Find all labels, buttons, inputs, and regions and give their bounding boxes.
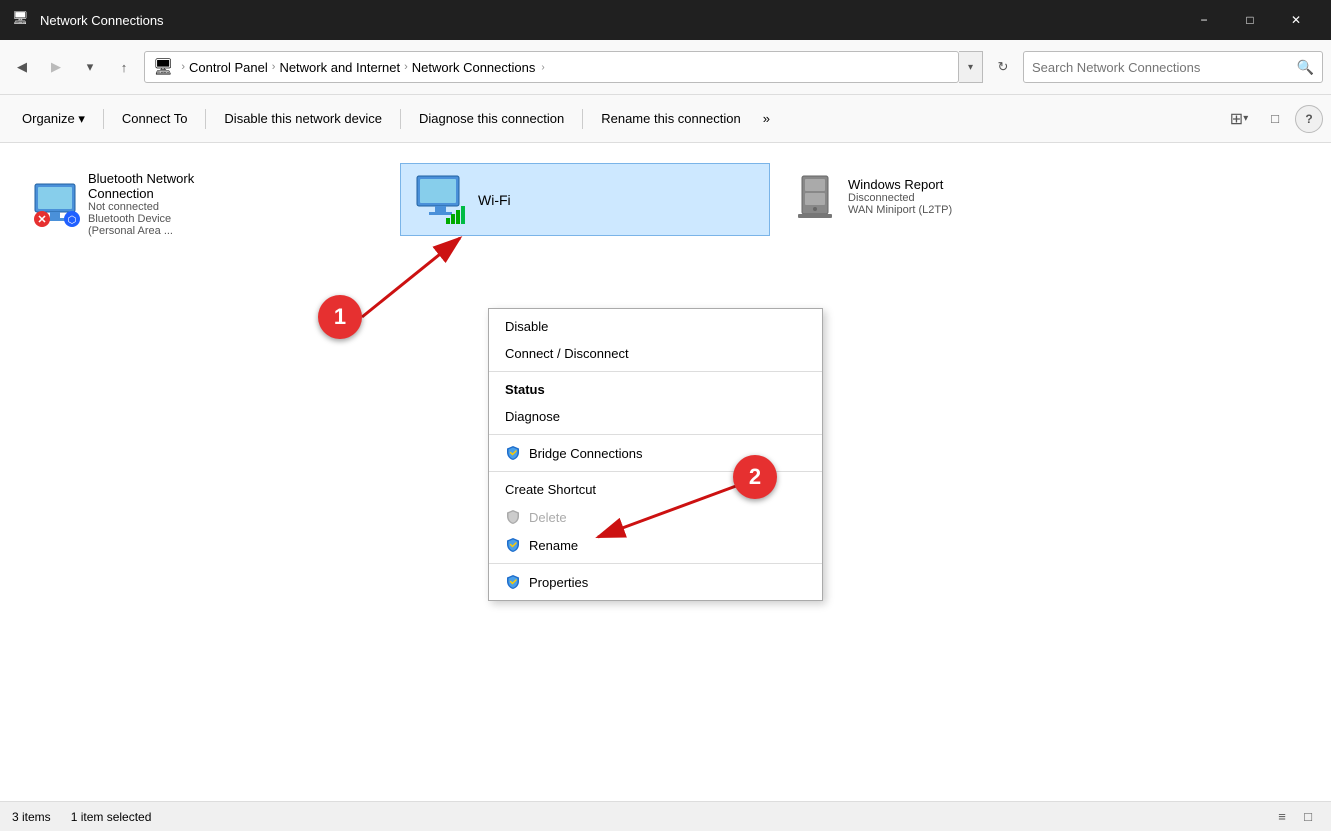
windows-report-name: Windows Report (848, 177, 952, 192)
up-button[interactable]: ↑ (110, 53, 138, 81)
bluetooth-name: Bluetooth Network Connection (88, 171, 250, 201)
bluetooth-status: Not connected (88, 201, 250, 213)
windows-report-desc: WAN Miniport (L2TP) (848, 204, 952, 216)
annotation-1: 1 (318, 295, 362, 339)
list-view-button[interactable]: ≡ (1271, 806, 1293, 828)
toolbar-right: ⊞▾ □ ? (1223, 105, 1323, 133)
bluetooth-icon: ✕ ⬡ (30, 179, 80, 229)
toolbar-separator-4 (582, 109, 583, 129)
connect-to-button[interactable]: Connect To (108, 99, 202, 139)
address-dropdown-button[interactable]: ▾ (959, 51, 983, 83)
shield-icon-bridge (505, 445, 521, 461)
titlebar: 🖥 Network Connections − □ ✕ (0, 0, 1331, 40)
organize-button[interactable]: Organize ▾ (8, 99, 99, 139)
toolbar-separator-3 (400, 109, 401, 129)
svg-text:⬡: ⬡ (68, 215, 77, 226)
windows-report-status: Disconnected (848, 192, 952, 204)
breadcrumb-network-internet[interactable]: Network and Internet (279, 60, 400, 75)
ctx-disable[interactable]: Disable (489, 313, 822, 340)
windows-report-icon-wrap (790, 171, 840, 221)
layout-button[interactable]: □ (1259, 105, 1291, 133)
main-content: ✕ ⬡ Bluetooth Network Connection Not con… (0, 143, 1331, 801)
svg-text:✕: ✕ (37, 214, 46, 226)
wifi-icon-wrap (413, 172, 468, 227)
selected-count: 1 item selected (71, 810, 152, 824)
ctx-sep-2 (489, 434, 822, 435)
ctx-properties[interactable]: Properties (489, 568, 822, 596)
minimize-button[interactable]: − (1181, 0, 1227, 40)
ctx-diagnose[interactable]: Diagnose (489, 403, 822, 430)
diagnose-button[interactable]: Diagnose this connection (405, 99, 578, 139)
refresh-button[interactable]: ↻ (989, 53, 1017, 81)
large-view-button[interactable]: □ (1297, 806, 1319, 828)
windows-report-item[interactable]: Windows Report Disconnected WAN Miniport… (780, 163, 1020, 229)
close-button[interactable]: ✕ (1273, 0, 1319, 40)
status-bar: 3 items 1 item selected ≡ □ (0, 801, 1331, 831)
recent-locations-button[interactable]: ▾ (76, 53, 104, 81)
search-input[interactable] (1032, 60, 1297, 75)
bluetooth-icon-wrap: ✕ ⬡ (30, 179, 80, 229)
maximize-button[interactable]: □ (1227, 0, 1273, 40)
breadcrumb-control-panel[interactable]: Control Panel (189, 60, 268, 75)
search-icon: 🔍 (1297, 59, 1314, 76)
ctx-status[interactable]: Status (489, 376, 822, 403)
address-bar: ◀ ▶ ▾ ↑ 🖥 › Control Panel › Network and … (0, 40, 1331, 95)
ctx-sep-4 (489, 563, 822, 564)
windows-report-icon (790, 171, 840, 221)
more-options-button[interactable]: » (755, 99, 778, 139)
wifi-connection-item[interactable]: Wi-Fi (400, 163, 770, 236)
wifi-icon (413, 172, 468, 227)
help-button[interactable]: ? (1295, 105, 1323, 133)
shield-icon-delete (505, 509, 521, 525)
forward-button[interactable]: ▶ (42, 53, 70, 81)
context-menu: Disable Connect / Disconnect Status Diag… (488, 308, 823, 601)
ctx-connect-disconnect[interactable]: Connect / Disconnect (489, 340, 822, 367)
annotation-2: 2 (733, 455, 777, 499)
ctx-sep-1 (489, 371, 822, 372)
ctx-rename[interactable]: Rename (489, 531, 822, 559)
search-box: 🔍 (1023, 51, 1323, 83)
wifi-name: Wi-Fi (478, 192, 511, 208)
toolbar: Organize ▾ Connect To Disable this netwo… (0, 95, 1331, 143)
shield-icon-properties (505, 574, 521, 590)
rename-button[interactable]: Rename this connection (587, 99, 754, 139)
breadcrumb-network-connections[interactable]: Network Connections (412, 60, 536, 75)
back-button[interactable]: ◀ (8, 53, 36, 81)
ctx-delete: Delete (489, 503, 822, 531)
bluetooth-desc: Bluetooth Device (Personal Area ... (88, 213, 218, 237)
status-view-controls: ≡ □ (1271, 806, 1319, 828)
shield-icon-rename (505, 537, 521, 553)
app-icon: 🖥 (12, 10, 32, 30)
window-controls: − □ ✕ (1181, 0, 1319, 40)
window-title: Network Connections (40, 13, 1181, 28)
toolbar-separator-2 (205, 109, 206, 129)
control-panel-icon: 🖥 (153, 57, 173, 77)
toolbar-separator-1 (103, 109, 104, 129)
bluetooth-connection-item[interactable]: ✕ ⬡ Bluetooth Network Connection Not con… (20, 163, 260, 245)
breadcrumb: 🖥 › Control Panel › Network and Internet… (144, 51, 959, 83)
items-count: 3 items (12, 810, 51, 824)
disable-button[interactable]: Disable this network device (210, 99, 396, 139)
view-options-button[interactable]: ⊞▾ (1223, 105, 1255, 133)
